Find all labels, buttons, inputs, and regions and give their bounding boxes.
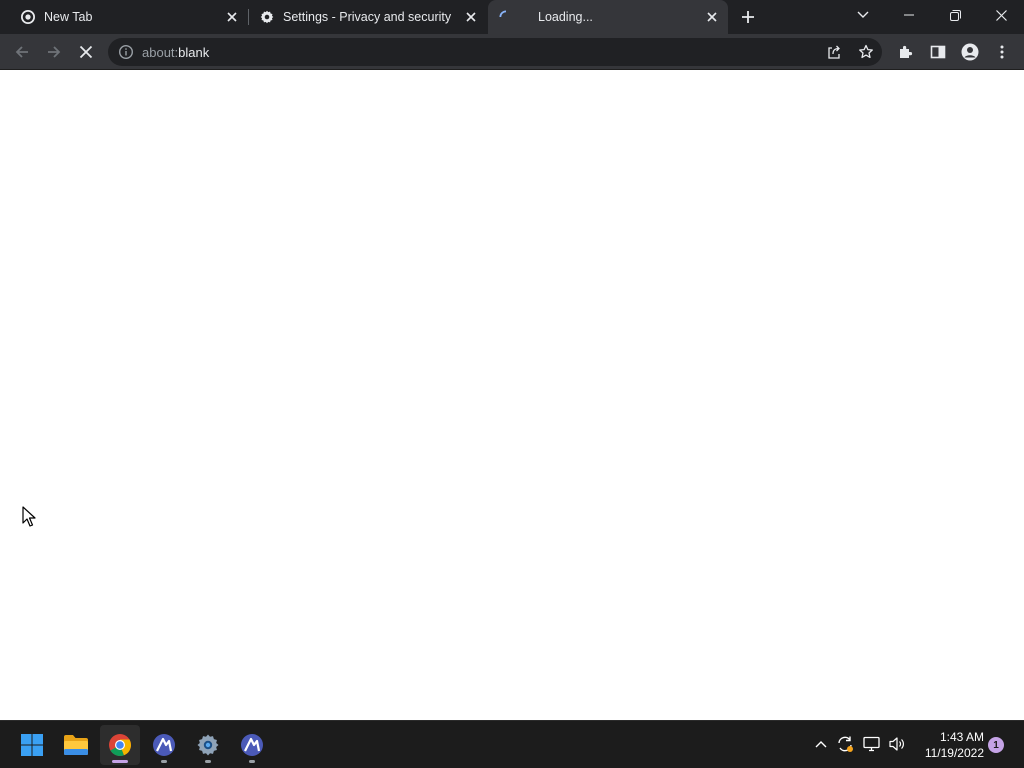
running-app-indicator: [249, 760, 255, 763]
settings-gear-icon: [197, 734, 219, 756]
url-host: blank: [178, 45, 210, 60]
stop-icon: [79, 45, 93, 59]
extensions-button[interactable]: [892, 38, 920, 66]
bookmark-star-icon[interactable]: [856, 42, 876, 62]
new-tab-button[interactable]: [736, 5, 760, 29]
app-icon: [241, 734, 263, 756]
network-icon[interactable]: [861, 733, 883, 755]
running-app-indicator: [161, 760, 167, 763]
puzzle-icon: [900, 45, 913, 58]
profile-button[interactable]: [956, 38, 984, 66]
folder-icon: [64, 735, 88, 755]
restore-icon: [949, 9, 961, 21]
forward-button[interactable]: [40, 38, 68, 66]
mouse-cursor-icon: [22, 506, 36, 527]
taskbar-file-explorer[interactable]: [56, 725, 96, 765]
browser-toolbar: about:blank: [0, 34, 1024, 70]
plus-icon: [742, 11, 754, 23]
share-icon[interactable]: [824, 42, 844, 62]
windows-start-icon: [21, 734, 43, 756]
windows-taskbar: 1:43 AM 11/19/2022 1: [0, 720, 1024, 768]
url-scheme: about:: [142, 45, 179, 60]
system-clock[interactable]: 1:43 AM 11/19/2022: [912, 729, 984, 761]
clock-time: 1:43 AM: [939, 730, 984, 744]
tab-strip: New Tab Settings - Privacy and security …: [0, 0, 1024, 34]
running-app-indicator: [205, 760, 211, 763]
tab-title: Loading...: [538, 10, 593, 24]
tab-loading[interactable]: Loading...: [488, 0, 728, 34]
taskbar-chrome[interactable]: [100, 725, 140, 765]
side-panel-icon: [930, 45, 946, 59]
close-window-button[interactable]: [978, 0, 1024, 30]
info-icon[interactable]: [118, 44, 134, 60]
close-tab-icon[interactable]: [702, 7, 722, 27]
minimize-button[interactable]: [886, 0, 932, 30]
taskbar-settings[interactable]: [188, 725, 228, 765]
address-url: about:blank: [142, 45, 209, 60]
side-panel-button[interactable]: [924, 38, 952, 66]
taskbar-app[interactable]: [144, 725, 184, 765]
tab-settings-privacy[interactable]: Settings - Privacy and security: [249, 0, 487, 34]
chevron-down-icon: [857, 11, 869, 18]
back-arrow-icon: [15, 46, 28, 58]
close-tab-icon[interactable]: [222, 7, 242, 27]
tab-new-tab[interactable]: New Tab: [0, 0, 248, 34]
tab-search-button[interactable]: [840, 0, 886, 30]
restore-button[interactable]: [932, 0, 978, 30]
taskbar-app[interactable]: [232, 725, 272, 765]
tab-title: New Tab: [44, 10, 93, 24]
close-icon: [995, 9, 1007, 21]
app-icon: [153, 734, 175, 756]
back-button[interactable]: [8, 38, 36, 66]
stop-loading-button[interactable]: [72, 38, 100, 66]
page-content: [0, 70, 1024, 720]
address-bar[interactable]: about:blank: [108, 38, 882, 66]
chrome-icon: [20, 9, 36, 25]
tab-title: Settings - Privacy and security: [283, 10, 452, 24]
forward-arrow-icon: [48, 46, 61, 58]
kebab-menu-icon: [1000, 45, 1004, 59]
minimize-icon: [904, 14, 914, 16]
show-hidden-icons-chevron-up-icon[interactable]: [810, 733, 832, 755]
chrome-icon: [109, 734, 132, 757]
loading-spinner-icon: [498, 9, 514, 25]
gear-icon: [259, 9, 275, 25]
close-tab-icon[interactable]: [461, 7, 481, 27]
active-app-indicator: [112, 760, 128, 763]
menu-button[interactable]: [988, 38, 1016, 66]
notification-count-badge[interactable]: 1: [988, 737, 1004, 753]
avatar-icon: [961, 43, 979, 61]
start-button[interactable]: [12, 725, 52, 765]
clock-date: 11/19/2022: [924, 746, 984, 760]
volume-icon[interactable]: [886, 733, 908, 755]
sync-update-icon[interactable]: [834, 733, 856, 755]
